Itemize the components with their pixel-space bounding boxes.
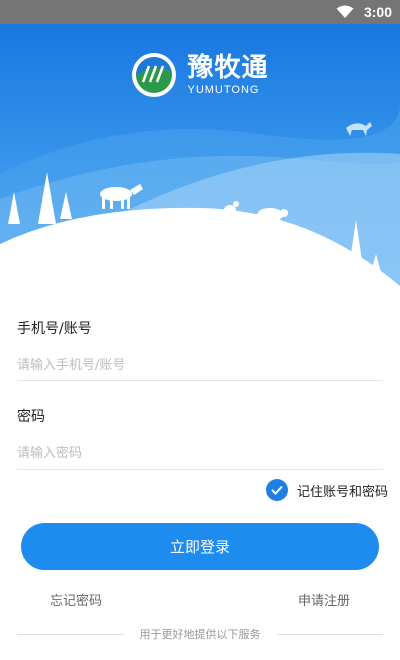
account-divider — [17, 380, 383, 381]
remember-toggle[interactable]: 记住账号和密码 — [265, 479, 388, 501]
login-button[interactable]: 立即登录 — [21, 523, 379, 570]
status-bar: 3:00 — [0, 0, 400, 24]
remember-checkbox[interactable] — [265, 479, 288, 501]
password-input[interactable] — [17, 443, 383, 463]
password-label: 密码 — [17, 409, 45, 425]
forgot-password-link[interactable]: 忘记密码 — [50, 590, 102, 609]
status-time: 3:00 — [363, 4, 392, 20]
service-divider-row: 用于更好地提供以下服务 — [17, 626, 383, 642]
service-line-right — [276, 633, 383, 635]
app-logo: 豫牧通 YUMUTONG — [0, 52, 400, 98]
remember-label: 记住账号和密码 — [296, 484, 388, 500]
register-link[interactable]: 申请注册 — [298, 590, 350, 609]
account-field: 手机号/账号 — [17, 318, 383, 375]
password-divider — [17, 469, 383, 470]
check-icon — [271, 485, 283, 495]
password-field: 密码 — [17, 406, 383, 463]
account-label: 手机号/账号 — [17, 321, 92, 337]
app-name-en: YUMUTONG — [187, 83, 260, 96]
logo-badge-icon — [132, 53, 177, 97]
app-name: 豫牧通 — [187, 52, 269, 83]
wifi-icon — [336, 5, 354, 18]
service-line-left — [17, 633, 124, 635]
account-input[interactable] — [17, 355, 383, 375]
service-text: 用于更好地提供以下服务 — [139, 628, 261, 641]
